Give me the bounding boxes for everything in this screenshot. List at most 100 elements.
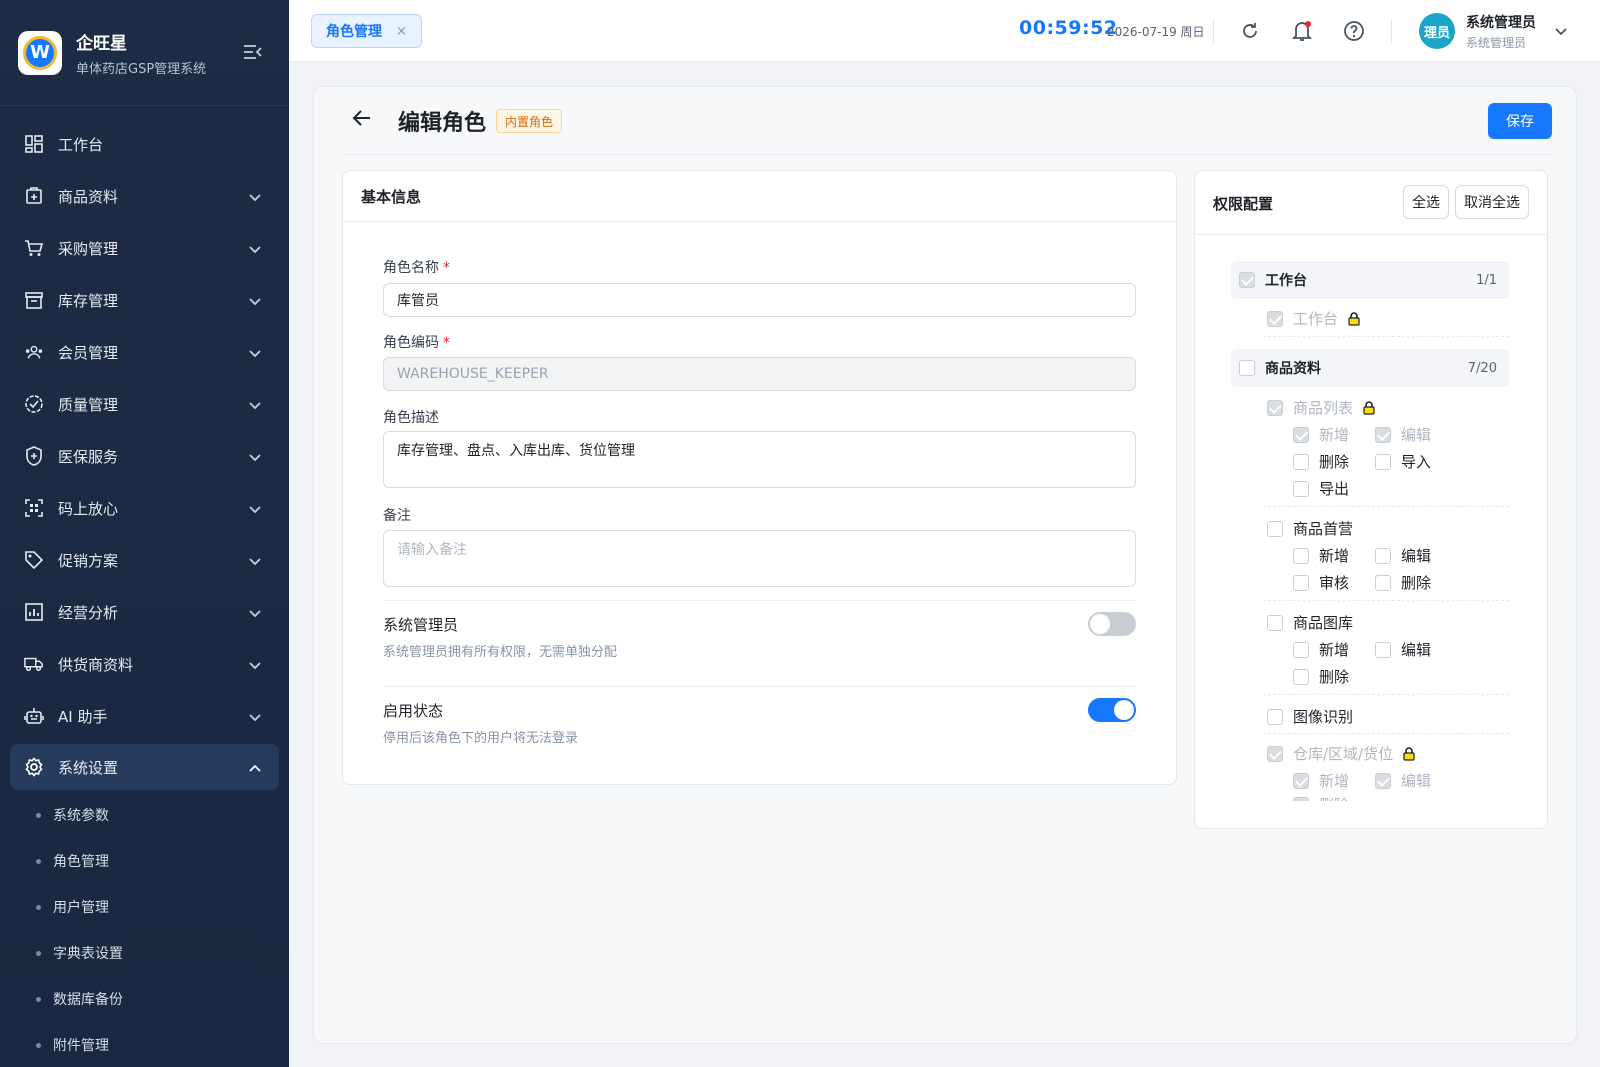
checkbox[interactable] (1375, 426, 1391, 443)
perm-item-label: 商品首营 (1293, 520, 1354, 538)
perm-item-image-recognition[interactable]: 图像识别 (1267, 706, 1353, 727)
perm-op-edit[interactable]: 编辑 (1375, 424, 1431, 445)
sidebar-subitem-user-management[interactable]: 用户管理 (0, 884, 289, 930)
perm-group-goods[interactable]: 商品资料 7/20 (1231, 349, 1509, 387)
refresh-icon[interactable] (1237, 18, 1263, 44)
sidebar-item-quality[interactable]: 质量管理 (0, 378, 289, 430)
checkbox[interactable] (1267, 745, 1283, 762)
checkbox[interactable] (1375, 772, 1391, 789)
checkbox[interactable] (1293, 480, 1309, 497)
checkbox[interactable] (1293, 668, 1309, 685)
checkbox[interactable] (1293, 547, 1309, 564)
dashboard-icon (24, 134, 44, 154)
permission-header: 权限配置 全选 取消全选 (1195, 171, 1547, 235)
app-logo: W (18, 30, 62, 75)
checkbox[interactable] (1293, 574, 1309, 591)
divider (1213, 19, 1214, 43)
divider (1391, 19, 1392, 43)
qrcode-icon (24, 498, 44, 518)
perm-item-goods-list[interactable]: 商品列表 (1267, 397, 1375, 418)
checkbox[interactable] (1267, 520, 1283, 537)
sidebar-item-insurance[interactable]: 医保服务 (0, 430, 289, 482)
deselect-all-button[interactable]: 取消全选 (1455, 185, 1529, 219)
checkbox[interactable] (1293, 426, 1309, 443)
permission-tree: 工作台 1/1 工作台 商品资料 7/20 商品列表 新增 编辑 删除 导入 导… (1195, 236, 1547, 801)
avatar[interactable]: 理员 (1419, 13, 1455, 49)
enable-switch-title: 启用状态 (383, 702, 444, 720)
role-name-label: 角色名称 * (383, 257, 450, 277)
perm-group-workbench[interactable]: 工作台 1/1 (1231, 261, 1509, 299)
sidebar-item-members[interactable]: 会员管理 (0, 326, 289, 378)
chevron-down-icon[interactable] (1555, 24, 1567, 40)
perm-op-audit[interactable]: 审核 (1293, 572, 1349, 593)
back-arrow-icon[interactable] (352, 109, 372, 131)
role-name-input[interactable]: 库管员 (383, 283, 1136, 317)
perm-op-add[interactable]: 新增 (1293, 639, 1349, 660)
sidebar-item-label: 医保服务 (58, 447, 119, 466)
bell-icon[interactable] (1289, 18, 1315, 44)
sidebar-subitem-role-management[interactable]: 角色管理 (0, 838, 289, 884)
perm-op-edit[interactable]: 编辑 (1375, 639, 1431, 660)
perm-item-workbench[interactable]: 工作台 (1267, 308, 1360, 329)
chevron-down-icon (249, 552, 261, 570)
checkbox[interactable] (1239, 272, 1255, 288)
perm-op-add[interactable]: 新增 (1293, 424, 1349, 445)
help-icon[interactable] (1341, 18, 1367, 44)
sidebar-item-promotion[interactable]: 促销方案 (0, 534, 289, 586)
perm-item-goods-first[interactable]: 商品首营 (1267, 518, 1353, 539)
checkbox[interactable] (1375, 574, 1391, 591)
checkbox[interactable] (1293, 796, 1309, 801)
admin-toggle[interactable] (1088, 612, 1136, 636)
checkbox[interactable] (1293, 641, 1309, 658)
save-button[interactable]: 保存 (1488, 103, 1552, 139)
sidebar-item-workbench[interactable]: 工作台 (0, 118, 289, 170)
checkbox[interactable] (1267, 310, 1283, 327)
checkbox[interactable] (1375, 453, 1391, 470)
checkbox[interactable] (1239, 360, 1255, 376)
sidebar-item-purchase[interactable]: 采购管理 (0, 222, 289, 274)
perm-op-delete[interactable]: 删除 (1293, 666, 1349, 687)
checkbox[interactable] (1293, 772, 1309, 789)
enable-toggle[interactable] (1088, 698, 1136, 722)
sidebar-subitem-label: 附件管理 (53, 1038, 109, 1054)
checkbox[interactable] (1267, 708, 1283, 725)
bullet-dot (36, 950, 41, 956)
perm-op-delete[interactable]: 删除 (1375, 572, 1431, 593)
checkbox[interactable] (1375, 641, 1391, 658)
checkbox[interactable] (1375, 547, 1391, 564)
perm-op-export[interactable]: 导出 (1293, 478, 1349, 499)
select-all-button[interactable]: 全选 (1403, 185, 1449, 219)
collapse-menu-icon[interactable] (243, 44, 263, 64)
sidebar-subitem-system-params[interactable]: 系统参数 (0, 792, 289, 838)
perm-op-add[interactable]: 新增 (1293, 545, 1349, 566)
perm-op-delete[interactable]: 删除 (1293, 794, 1349, 801)
perm-op-delete[interactable]: 删除 (1293, 451, 1349, 472)
checkbox[interactable] (1293, 453, 1309, 470)
tab-role-management[interactable]: 角色管理 × (311, 14, 422, 48)
sidebar-item-ai[interactable]: AI 助手 (0, 690, 289, 742)
sidebar-subitem-db-backup[interactable]: 数据库备份 (0, 976, 289, 1022)
perm-item-warehouse[interactable]: 仓库/区域/货位 (1267, 743, 1415, 764)
sidebar-item-label: 会员管理 (58, 343, 119, 362)
sidebar-item-supplier[interactable]: 供货商资料 (0, 638, 289, 690)
sidebar-item-goods[interactable]: 商品资料 (0, 170, 289, 222)
perm-item-goods-gallery[interactable]: 商品图库 (1267, 612, 1353, 633)
role-desc-textarea[interactable]: 库存管理、盘点、入库出库、货位管理 (383, 431, 1136, 488)
sidebar-item-inventory[interactable]: 库存管理 (0, 274, 289, 326)
perm-op-add[interactable]: 新增 (1293, 770, 1349, 791)
perm-op-import[interactable]: 导入 (1375, 451, 1431, 472)
sidebar-item-system-settings[interactable]: 系统设置 (10, 744, 279, 790)
close-icon[interactable]: × (396, 24, 407, 39)
logo-mark: W (23, 35, 57, 70)
remark-textarea[interactable]: 请输入备注 (383, 530, 1136, 587)
sidebar-item-analysis[interactable]: 经营分析 (0, 586, 289, 638)
sidebar-item-label: 工作台 (58, 135, 104, 154)
sidebar-item-trace[interactable]: 码上放心 (0, 482, 289, 534)
perm-op-edit[interactable]: 编辑 (1375, 770, 1431, 791)
sidebar-subitem-attachments[interactable]: 附件管理 (0, 1022, 289, 1067)
perm-op-edit[interactable]: 编辑 (1375, 545, 1431, 566)
checkbox[interactable] (1267, 614, 1283, 631)
user-name[interactable]: 系统管理员 (1466, 12, 1536, 32)
checkbox[interactable] (1267, 399, 1283, 416)
sidebar-subitem-dictionary[interactable]: 字典表设置 (0, 930, 289, 976)
